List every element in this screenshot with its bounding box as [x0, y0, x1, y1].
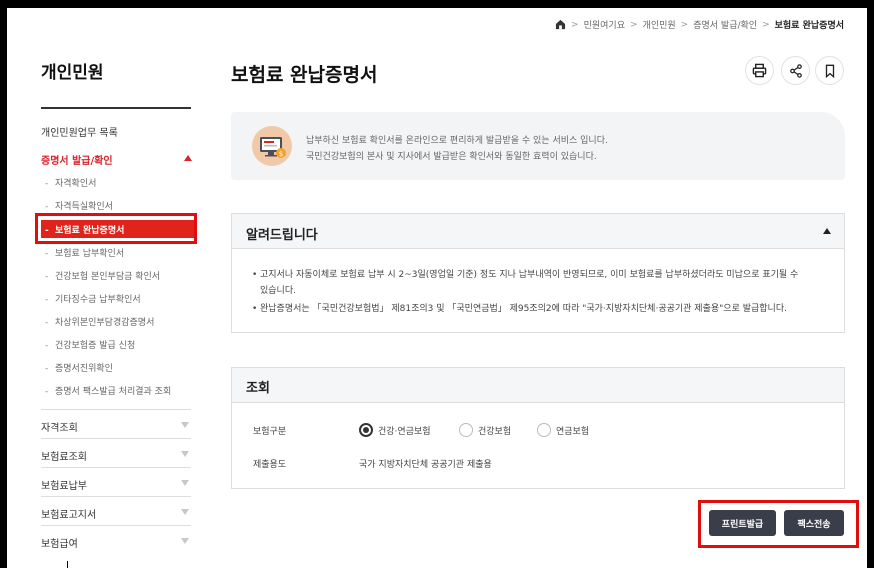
- caret-down-icon: [181, 451, 189, 457]
- radio-health[interactable]: 건강보험: [459, 423, 511, 437]
- sidebar-sub-item[interactable]: - 차상위본인부담경감증명서: [45, 315, 154, 328]
- fax-send-button[interactable]: 팩스전송: [784, 510, 844, 536]
- chevron-right-icon: >: [571, 19, 579, 30]
- print-button[interactable]: [745, 56, 774, 85]
- lookup-title: 조회: [232, 368, 844, 403]
- purpose-label: 제출용도: [253, 460, 287, 470]
- breadcrumb-current: 보험료 완납증명서: [774, 21, 844, 31]
- notice-panel: 알려드립니다 고지서나 자동이체로 보험료 납부 시 2~3일(영업일 기준) …: [231, 213, 845, 333]
- sidebar-group[interactable]: 보험료고지서: [41, 496, 191, 525]
- radio-health-pension[interactable]: 건강·연금보험: [359, 423, 431, 437]
- purpose-value: 국가 지방자치단체 공공기관 제출용: [359, 460, 492, 470]
- sidebar-group[interactable]: 보험급여: [41, 525, 191, 554]
- intro-box: $ 납부하신 보험료 확인서를 온라인으로 편리하게 발급받을 수 있는 서비스…: [231, 112, 845, 180]
- sidebar-sub-item[interactable]: - 보험료 납부확인서: [45, 246, 124, 259]
- bookmark-button[interactable]: [815, 56, 844, 85]
- intro-line: 국민건강보험의 본사 및 지사에서 발급받은 확인서와 동일한 효력이 있습니다…: [306, 152, 597, 162]
- sidebar-group[interactable]: 자격조회: [41, 409, 191, 438]
- caret-down-icon: [181, 509, 189, 515]
- sidebar-item-list[interactable]: 개인민원업무 목록: [41, 124, 118, 139]
- sidebar-sub-item[interactable]: - 증명서진위확인: [45, 361, 113, 374]
- notice-bullet: 완납증명서는 「국민건강보험법」 제81조의3 및 「국민연금법」 제95조의2…: [252, 301, 830, 317]
- share-icon: [789, 63, 802, 78]
- breadcrumb-item[interactable]: 개인민원: [643, 18, 676, 31]
- breadcrumb: > 민원여기요 > 개인민원 > 증명서 발급/확인 > 보험료 완납증명서: [555, 18, 844, 31]
- notice-title: 알려드립니다: [246, 228, 318, 243]
- caret-down-icon: [181, 422, 189, 428]
- svg-text:$: $: [279, 150, 283, 158]
- sidebar-sub-item[interactable]: - 건강보험 본인부담금 확인서: [45, 269, 160, 282]
- highlight-box: [35, 213, 197, 244]
- notice-header[interactable]: 알려드립니다: [232, 214, 844, 249]
- sidebar-title: 개인민원: [41, 63, 104, 83]
- breadcrumb-item[interactable]: 증명서 발급/확인: [693, 18, 757, 31]
- caret-down-icon: [181, 480, 189, 486]
- monitor-coin-icon: $: [252, 126, 292, 166]
- sidebar-sub-item[interactable]: - 건강보험증 발급 신청: [45, 338, 135, 351]
- sidebar-group[interactable]: 보험료조회: [41, 438, 191, 467]
- radio-unchecked-icon: [537, 423, 551, 437]
- insurance-type-label: 보험구분: [253, 427, 287, 437]
- sidebar-group-certificates[interactable]: 증명서 발급/확인: [41, 152, 192, 167]
- chevron-right-icon: >: [630, 19, 638, 30]
- intro-line: 납부하신 보험료 확인서를 온라인으로 편리하게 발급받을 수 있는 서비스 입…: [306, 136, 608, 146]
- radio-unchecked-icon: [459, 423, 473, 437]
- share-button[interactable]: [781, 56, 810, 85]
- chevron-right-icon: >: [762, 19, 770, 30]
- page-title: 보험료 완납증명서: [231, 64, 378, 86]
- sidebar-divider: [41, 107, 191, 109]
- sidebar-group[interactable]: 보험료납부: [41, 467, 191, 496]
- sidebar-sub-item[interactable]: - 증명서 팩스발급 처리결과 조회: [45, 384, 171, 397]
- radio-pension[interactable]: 연금보험: [537, 423, 589, 437]
- notice-bullet: 고지서나 자동이체로 보험료 납부 시 2~3일(영업일 기준) 정도 지나 납…: [252, 267, 830, 299]
- lookup-panel: 조회 보험구분 건강·연금보험 건강보험 연금보험 제출용도 국가 지방자치단체…: [231, 367, 845, 489]
- caret-up-icon: [184, 155, 192, 161]
- bookmark-icon: [825, 64, 834, 78]
- intro-text: 납부하신 보험료 확인서를 온라인으로 편리하게 발급받을 수 있는 서비스 입…: [306, 133, 608, 165]
- notice-body: 고지서나 자동이체로 보험료 납부 시 2~3일(영업일 기준) 정도 지나 납…: [232, 249, 844, 317]
- print-issue-button[interactable]: 프린트발급: [709, 510, 776, 536]
- sidebar-group-label: 증명서 발급/확인: [41, 156, 113, 167]
- sidebar-sub-item[interactable]: - 자격확인서: [45, 176, 96, 189]
- radio-checked-icon: [359, 423, 373, 437]
- print-icon: [752, 63, 767, 78]
- collapse-icon[interactable]: [823, 228, 831, 234]
- caret-down-icon: [181, 538, 189, 544]
- breadcrumb-item[interactable]: 민원여기요: [584, 18, 625, 31]
- home-icon[interactable]: [555, 19, 566, 30]
- sidebar-sub-item[interactable]: - 기타징수금 납부확인서: [45, 292, 141, 305]
- chevron-right-icon: >: [680, 19, 689, 30]
- sidebar-sub-item[interactable]: - 자격득실확인서: [45, 199, 113, 212]
- page-frame: > 민원여기요 > 개인민원 > 증명서 발급/확인 > 보험료 완납증명서 개…: [7, 8, 867, 568]
- text-cursor: [67, 561, 68, 568]
